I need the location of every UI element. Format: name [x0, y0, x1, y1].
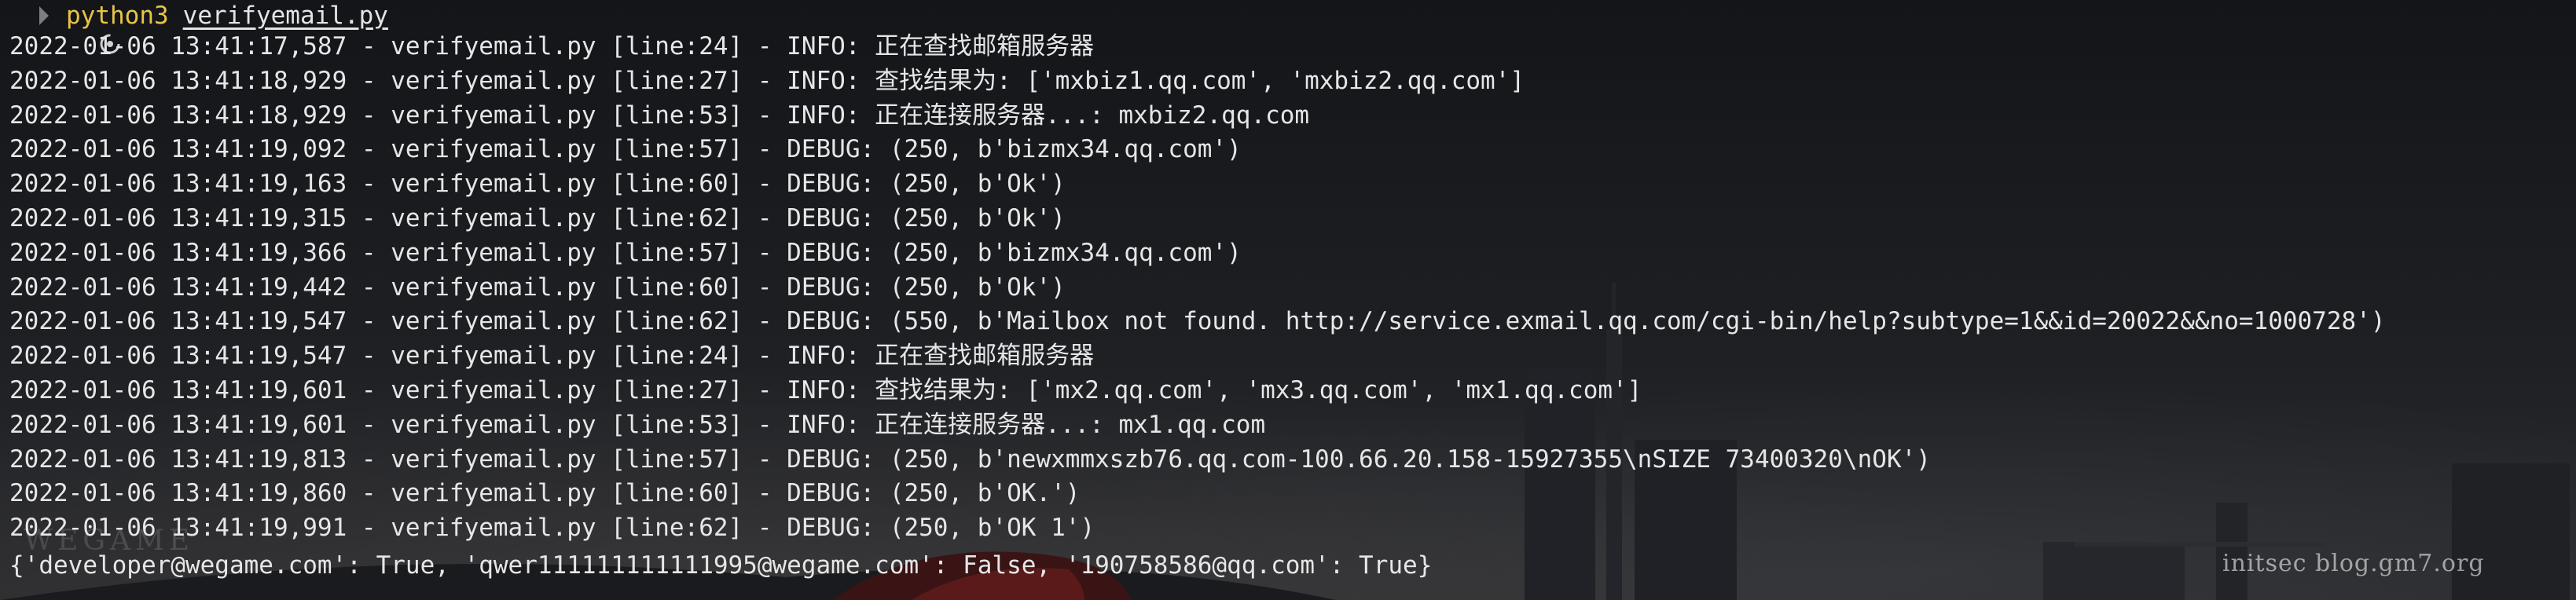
- result-output: {'developer@wegame.com': True, 'qwer1111…: [9, 551, 1433, 580]
- log-line: 2022-01-06 13:41:19,547 - verifyemail.py…: [9, 307, 2386, 336]
- log-line: 2022-01-06 13:41:19,991 - verifyemail.py…: [9, 514, 1095, 543]
- log-line: 2022-01-06 13:41:19,315 - verifyemail.py…: [9, 203, 1066, 232]
- log-line: 2022-01-06 13:41:18,929 - verifyemail.py…: [9, 66, 1525, 95]
- command-name: python3: [66, 2, 169, 30]
- log-line: 2022-01-06 13:41:19,092 - verifyemail.py…: [9, 135, 1242, 164]
- blog-watermark: initsec blog.gm7.org: [2222, 550, 2485, 577]
- log-line: 2022-01-06 13:41:18,929 - verifyemail.py…: [9, 101, 1310, 130]
- command-prompt: python3 verifyemail.py: [11, 0, 388, 54]
- terminal-prompt-icon: [11, 5, 120, 54]
- log-line: 2022-01-06 13:41:19,547 - verifyemail.py…: [9, 342, 1095, 371]
- prompt-separator-icon: [39, 6, 49, 25]
- log-line: 2022-01-06 13:41:17,587 - verifyemail.py…: [9, 32, 1095, 60]
- log-line: 2022-01-06 13:41:19,813 - verifyemail.py…: [9, 445, 1931, 474]
- command-argument[interactable]: verifyemail.py: [183, 2, 388, 30]
- log-output: 2022-01-06 13:41:17,587 - verifyemail.py…: [9, 30, 2386, 546]
- log-line: 2022-01-06 13:41:19,442 - verifyemail.py…: [9, 273, 1066, 302]
- log-line: 2022-01-06 13:41:19,860 - verifyemail.py…: [9, 479, 1081, 508]
- log-line: 2022-01-06 13:41:19,366 - verifyemail.py…: [9, 238, 1242, 267]
- log-line: 2022-01-06 13:41:19,601 - verifyemail.py…: [9, 375, 1642, 404]
- terminal-window[interactable]: python3 verifyemail.py 2022-01-06 13:41:…: [0, 0, 2576, 600]
- log-line: 2022-01-06 13:41:19,601 - verifyemail.py…: [9, 410, 1266, 439]
- log-line: 2022-01-06 13:41:19,163 - verifyemail.py…: [9, 170, 1066, 199]
